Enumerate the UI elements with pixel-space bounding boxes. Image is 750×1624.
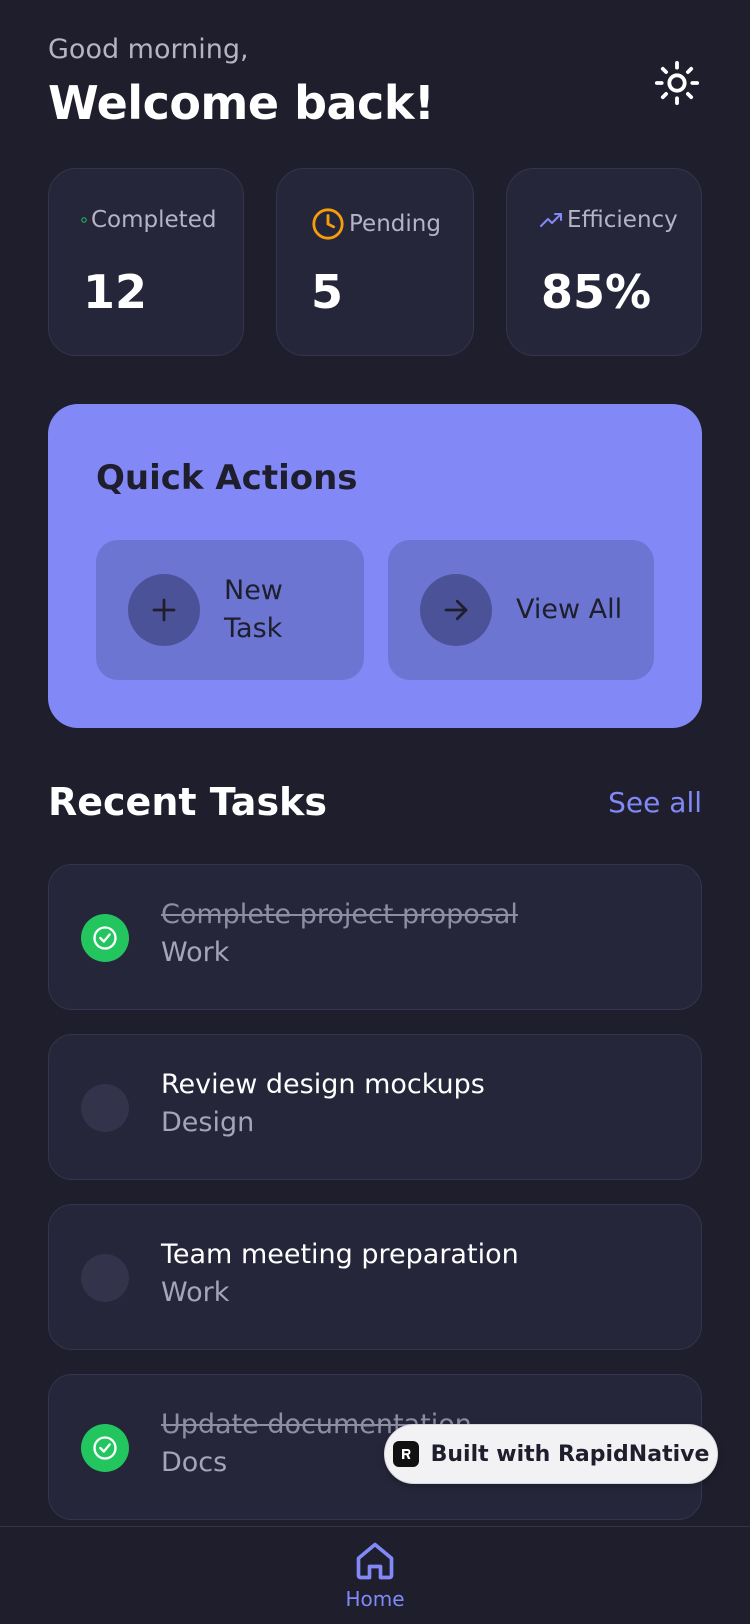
rapidnative-logo-icon	[392, 1441, 419, 1467]
plus-icon	[152, 598, 176, 622]
stat-card-completed: Completed 12	[48, 168, 244, 356]
nav-item-home[interactable]: Home	[340, 1539, 410, 1624]
task-checkbox[interactable]	[81, 914, 129, 962]
task-category: Design	[161, 1107, 255, 1138]
recent-tasks-title: Recent Tasks	[48, 780, 327, 824]
task-checkbox[interactable]	[81, 1424, 129, 1472]
built-with-badge[interactable]: Built with RapidNative	[384, 1424, 718, 1484]
stat-header: Efficiency	[539, 207, 678, 233]
new-task-label: New Task	[224, 572, 283, 648]
task-item[interactable]: Complete project proposal Work	[48, 864, 702, 1010]
task-category: Work	[161, 937, 230, 968]
bottom-nav: Home	[0, 1526, 750, 1624]
nav-label-home: Home	[345, 1587, 405, 1611]
stat-card-pending: Pending 5	[276, 168, 474, 356]
see-all-link[interactable]: See all	[608, 786, 702, 819]
task-title: Complete project proposal	[161, 899, 518, 930]
sun-icon	[654, 60, 700, 106]
stat-header: Completed	[81, 207, 216, 233]
task-title: Review design mockups	[161, 1069, 485, 1100]
stat-card-efficiency: Efficiency 85%	[506, 168, 702, 356]
stat-value: 5	[311, 265, 344, 319]
arrow-icon-circle	[420, 574, 492, 646]
stat-label: Efficiency	[567, 207, 678, 233]
stat-label: Completed	[91, 207, 217, 233]
dot-icon	[81, 217, 87, 223]
badge-text: Built with RapidNative	[430, 1441, 710, 1467]
plus-icon-circle	[128, 574, 200, 646]
home-icon	[356, 1542, 394, 1580]
trending-up-icon	[539, 208, 563, 232]
check-circle-icon	[93, 1436, 117, 1460]
new-task-label-line1: New	[224, 575, 283, 606]
new-task-label-line2: Task	[224, 613, 283, 644]
quick-actions-card: Quick Actions New Task View All	[48, 404, 702, 728]
new-task-button[interactable]: New Task	[96, 540, 364, 680]
theme-toggle-button[interactable]	[652, 58, 702, 108]
task-title: Team meeting preparation	[161, 1239, 519, 1270]
stat-header: Pending	[311, 207, 441, 241]
page-title: Welcome back!	[48, 76, 435, 130]
task-checkbox[interactable]	[81, 1084, 129, 1132]
greeting-text: Good morning,	[48, 34, 249, 65]
check-circle-icon	[93, 926, 117, 950]
stat-value: 85%	[541, 265, 652, 319]
arrow-right-icon	[444, 599, 468, 621]
view-all-label: View All	[516, 594, 623, 625]
task-checkbox[interactable]	[81, 1254, 129, 1302]
view-all-button[interactable]: View All	[388, 540, 654, 680]
task-item[interactable]: Review design mockups Design	[48, 1034, 702, 1180]
stat-label: Pending	[349, 211, 441, 237]
task-category: Docs	[161, 1447, 228, 1478]
task-item[interactable]: Team meeting preparation Work	[48, 1204, 702, 1350]
stat-value: 12	[83, 265, 148, 319]
home-screen: Good morning, Welcome back! Completed 12	[0, 0, 750, 1624]
task-category: Work	[161, 1277, 230, 1308]
clock-icon	[311, 207, 345, 241]
quick-actions-title: Quick Actions	[96, 458, 358, 498]
